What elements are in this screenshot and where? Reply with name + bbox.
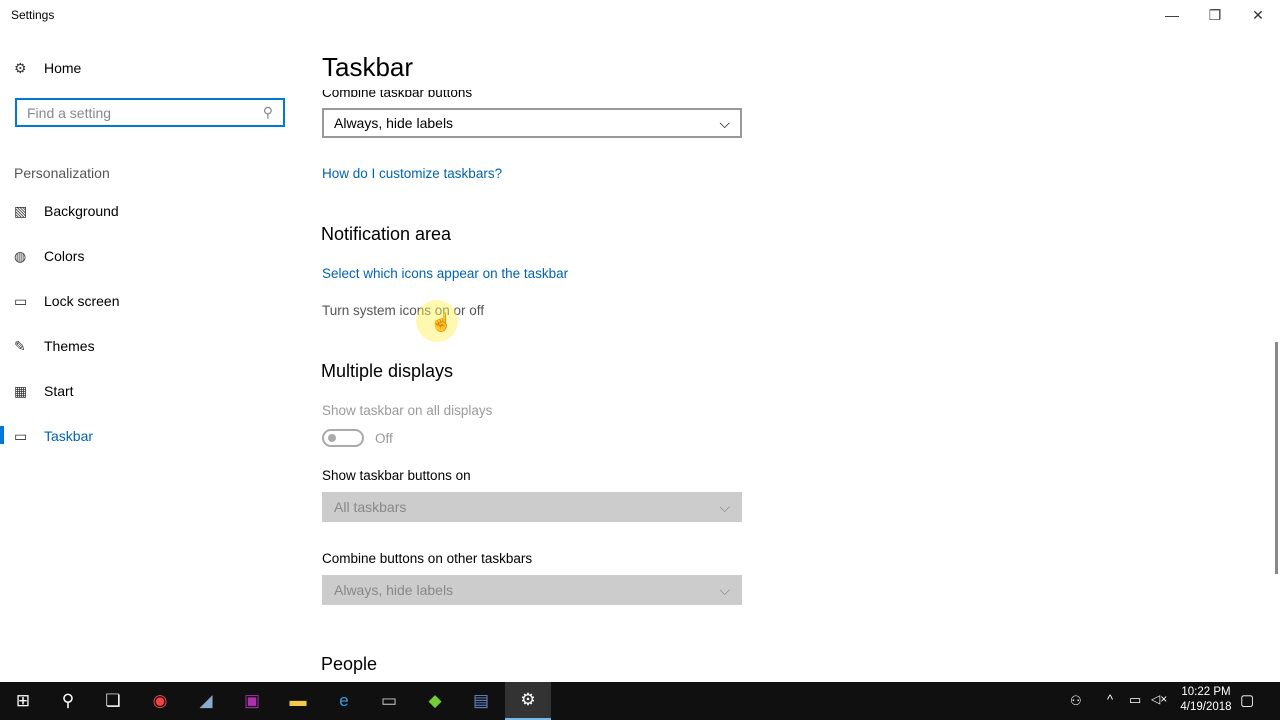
sidebar-item-themes[interactable]: ✎ Themes	[14, 334, 95, 358]
combine-dropdown[interactable]: Always, hide labels ⌵	[322, 108, 742, 138]
internet-explorer-icon[interactable]: e	[321, 682, 367, 720]
search-input[interactable]: Find a setting ⚲	[15, 98, 285, 127]
combine-other-label: Combine buttons on other taskbars	[322, 551, 533, 566]
label: Start	[44, 383, 74, 399]
sidebar-item-taskbar[interactable]: ▭ Taskbar	[14, 424, 93, 448]
chevron-up-icon[interactable]: ^	[1107, 692, 1113, 707]
sidebar-item-start[interactable]: ▦ Start	[14, 379, 74, 403]
section-heading: Personalization	[14, 165, 110, 181]
search-icon[interactable]: ⚲	[45, 682, 91, 720]
search-placeholder: Find a setting	[27, 104, 112, 121]
network-icon[interactable]: ▭	[1129, 692, 1141, 708]
remote-desktop-icon[interactable]: ▤	[458, 682, 504, 720]
window-title: Settings	[11, 8, 55, 22]
label: Themes	[44, 338, 95, 354]
chevron-down-icon: ⌵	[719, 582, 730, 598]
system-icons-link[interactable]: Turn system icons on or off	[322, 303, 484, 318]
sidebar-item-background[interactable]: ▧ Background	[14, 199, 119, 223]
file-explorer-icon[interactable]: ▬	[275, 682, 321, 720]
help-link[interactable]: How do I customize taskbars?	[322, 166, 502, 181]
show-buttons-dropdown[interactable]: All taskbars ⌵	[322, 492, 742, 522]
network-app-icon[interactable]: ◆	[412, 682, 458, 720]
combine-label: Combine taskbar buttons	[322, 85, 473, 100]
chevron-down-icon: ⌵	[719, 115, 730, 131]
start-icon: ▦	[14, 382, 28, 399]
search-icon: ⚲	[262, 104, 273, 120]
show-buttons-label: Show taskbar buttons on	[322, 468, 471, 483]
value: Always, hide labels	[334, 582, 454, 598]
notes-app-icon[interactable]: ◢	[183, 682, 229, 720]
show-all-label: Show taskbar on all displays	[322, 403, 493, 418]
taskbar-icon: ▭	[14, 427, 28, 444]
select-icons-link[interactable]: Select which icons appear on the taskbar	[322, 266, 568, 281]
date: 4/19/2018	[1180, 701, 1232, 713]
combine-other-dropdown[interactable]: Always, hide labels ⌵	[322, 575, 742, 605]
maximize-button[interactable]: ❐	[1192, 0, 1238, 30]
label: Lock screen	[44, 293, 120, 309]
command-prompt-icon[interactable]: ▭	[366, 682, 412, 720]
minimize-button[interactable]: —	[1149, 0, 1195, 30]
sidebar-item-colors[interactable]: ◍ Colors	[14, 244, 84, 268]
settings-taskbar-icon[interactable]: ⚙	[505, 682, 551, 720]
video-app-icon[interactable]: ▣	[229, 682, 275, 720]
chevron-down-icon: ⌵	[719, 499, 730, 515]
chrome-icon[interactable]: ◉	[137, 682, 183, 720]
time: 10:22 PM	[1181, 686, 1231, 698]
monitor-icon: ▭	[14, 292, 28, 309]
clock[interactable]: 10:22 PM 4/19/2018	[1178, 686, 1234, 713]
multiple-displays-heading: Multiple displays	[321, 361, 454, 381]
label: Colors	[44, 248, 85, 264]
label: Taskbar	[44, 428, 94, 444]
palette-icon: ◍	[14, 247, 27, 264]
value: All taskbars	[334, 499, 407, 515]
people-heading: People	[321, 654, 378, 674]
page-title: Taskbar	[322, 52, 414, 82]
brush-icon: ✎	[14, 337, 26, 354]
hand-cursor-icon: ☝	[430, 312, 453, 332]
start-windows-icon[interactable]: ⊞	[0, 682, 46, 720]
action-center-icon[interactable]: ▢	[1240, 691, 1254, 709]
scrollbar[interactable]	[1275, 342, 1278, 574]
sidebar-item-lock-screen[interactable]: ▭ Lock screen	[14, 289, 119, 313]
close-button[interactable]: ✕	[1235, 0, 1280, 30]
taskbar: ⊞ ⚲ ❏ ◉ ◢ ▣ ▬ e ▭ ◆ ▤ ⚙ ⚇ ^ ▭ ◁× 10:22 P…	[0, 682, 1280, 720]
selected-indicator	[0, 426, 4, 444]
show-all-toggle[interactable]	[322, 429, 364, 447]
value: Always, hide labels	[334, 115, 454, 131]
home-label: Home	[44, 60, 82, 76]
people-icon[interactable]: ⚇	[1070, 693, 1082, 709]
label: Background	[44, 203, 119, 219]
volume-muted-icon[interactable]: ◁×	[1151, 692, 1167, 706]
task-view-icon[interactable]: ❏	[90, 682, 136, 720]
sidebar-home[interactable]: ⚙ Home	[14, 56, 81, 80]
picture-icon: ▧	[14, 202, 28, 219]
toggle-state: Off	[375, 431, 393, 446]
home-gear-icon: ⚙	[14, 59, 27, 76]
notification-heading: Notification area	[321, 224, 452, 244]
